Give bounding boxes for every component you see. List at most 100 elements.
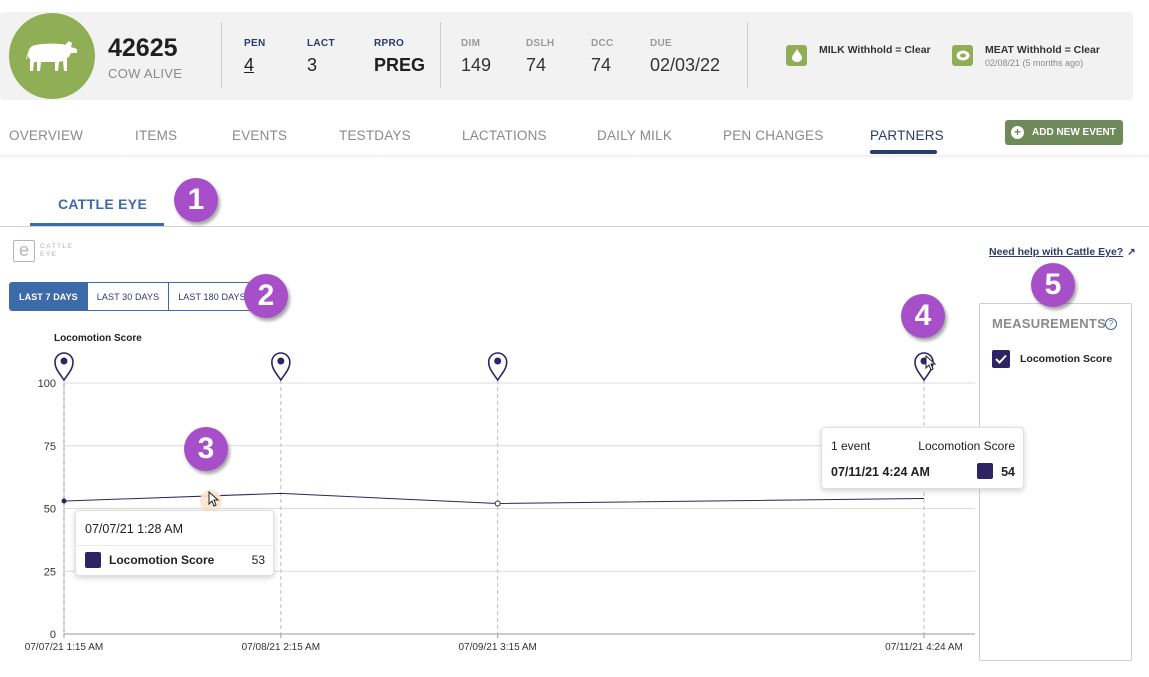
tab-testdays[interactable]: TESTDAYS: [339, 128, 411, 143]
event-pin-dot: [60, 357, 68, 365]
stat-pen: PEN 4: [244, 38, 265, 76]
stat-lact: LACT 3: [307, 38, 335, 76]
range-last-180-days-button[interactable]: LAST 180 DAYS: [168, 283, 255, 310]
callout-badge-4: 4: [901, 294, 945, 338]
x-tick-label: 07/08/21 2:15 AM: [242, 642, 320, 653]
tooltip-separator: [76, 545, 275, 546]
x-tick-label: 07/09/21 3:15 AM: [458, 642, 536, 653]
data-point: [61, 498, 67, 504]
tooltip-date: 07/11/21 4:24 AM: [831, 465, 930, 479]
meat-icon: [952, 45, 973, 66]
tooltip-series-name: Locomotion Score: [109, 553, 215, 567]
stat-label: DUE: [650, 38, 673, 49]
meat-withhold: MEAT Withhold = Clear 02/08/21 (5 months…: [952, 44, 1100, 68]
point-tooltip: 07/07/21 1:28 AM Locomotion Score 53: [75, 510, 275, 576]
active-tab-indicator: [870, 150, 937, 154]
cow-header: 42625 COW ALIVE PEN 4 LACT 3 RPRO PREG D…: [0, 12, 1133, 100]
callout-badge-3: 3: [184, 427, 228, 471]
tab-lactations[interactable]: LACTATIONS: [462, 128, 547, 143]
stat-label: RPRO: [374, 38, 405, 49]
series-swatch: [85, 552, 101, 568]
checkmark-icon: [995, 354, 1007, 364]
stat-dcc: DCC 74: [591, 38, 614, 76]
milk-drop-icon: [786, 45, 807, 66]
y-tick-label: 0: [50, 629, 56, 641]
stat-dim: DIM 149: [461, 38, 491, 76]
cattle-eye-logo-mark: e: [13, 240, 35, 262]
event-tooltip: 1 event Locomotion Score 07/11/21 4:24 A…: [821, 427, 1024, 489]
add-new-event-label: ADD NEW EVENT: [1032, 127, 1116, 138]
tooltip-series-name: Locomotion Score: [918, 439, 1015, 453]
stat-rpro: RPRO PREG: [374, 38, 425, 76]
x-tick-label: 07/07/21 1:15 AM: [25, 642, 103, 653]
stat-label: DCC: [591, 38, 614, 49]
tab-items[interactable]: ITEMS: [135, 128, 177, 143]
x-tick-label: 07/11/21 4:24 AM: [885, 642, 963, 653]
callout-badge-5: 5: [1031, 263, 1075, 307]
cattle-eye-help-link[interactable]: Need help with Cattle Eye? ↗: [989, 246, 1136, 258]
cattle-eye-logo: e CATTLE EYE: [13, 240, 78, 262]
stat-value: 149: [461, 55, 492, 75]
y-tick-label: 75: [44, 441, 56, 453]
meat-withhold-date: 02/08/21 (5 months ago): [985, 58, 1084, 68]
divider: [221, 22, 222, 88]
cow-status: COW ALIVE: [108, 66, 183, 81]
tooltip-value: 53: [251, 553, 265, 567]
tooltip-event-count: 1 event: [831, 439, 871, 453]
tooltip-value: 54: [1001, 465, 1015, 479]
plus-icon: +: [1011, 126, 1024, 139]
y-tick-label: 25: [44, 566, 56, 578]
add-new-event-button[interactable]: + ADD NEW EVENT: [1005, 120, 1123, 145]
divider: [440, 22, 441, 88]
cow-icon: [26, 41, 77, 71]
tooltip-date: 07/07/21 1:28 AM: [85, 522, 183, 536]
event-pin-icon: [54, 352, 74, 382]
event-pin-icon: [487, 352, 508, 382]
cow-avatar: [9, 13, 95, 99]
tab-overview[interactable]: OVERVIEW: [9, 128, 83, 143]
stat-value: PREG: [374, 55, 426, 75]
callout-badge-2: 2: [244, 274, 288, 318]
tab-daily-milk[interactable]: DAILY MILK: [597, 128, 672, 143]
tab-cattle-eye[interactable]: CATTLE EYE: [58, 196, 147, 212]
help-icon[interactable]: ?: [1105, 318, 1117, 330]
event-pin-icon: [271, 352, 291, 382]
locomotion-score-chart: 0 25 50 75 100 07/07/21 1:15 AM 07/08/21 2:15 …: [25, 352, 975, 653]
measurements-title: MEASUREMENTS: [992, 316, 1107, 331]
stat-value: 74: [526, 55, 547, 75]
subtab-baseline: [0, 226, 1149, 227]
tab-partners[interactable]: PARTNERS: [870, 128, 944, 143]
help-link-text: Need help with Cattle Eye?: [989, 246, 1124, 258]
milk-withhold-text: MILK Withhold = Clear: [819, 44, 931, 56]
stat-label: PEN: [244, 38, 266, 49]
callout-badge-1: 1: [174, 178, 218, 222]
milk-withhold: MILK Withhold = Clear: [786, 44, 931, 66]
data-point: [494, 500, 501, 507]
stat-value: 3: [307, 55, 318, 75]
y-tick-label: 50: [44, 504, 56, 516]
y-tick-label: 100: [38, 378, 56, 390]
range-last-30-days-button[interactable]: LAST 30 DAYS: [86, 283, 169, 310]
stat-label: DIM: [461, 38, 481, 49]
tab-events[interactable]: EVENTS: [232, 128, 287, 143]
cattle-eye-logo-text: CATTLE EYE: [40, 243, 74, 258]
stat-dslh: DSLH 74: [526, 38, 554, 76]
stat-label: DSLH: [526, 38, 555, 49]
range-last-7-days-button[interactable]: LAST 7 DAYS: [10, 283, 87, 310]
meat-withhold-text: MEAT Withhold = Clear: [985, 44, 1100, 56]
external-link-icon: ↗: [1127, 247, 1136, 258]
date-range-toggle: LAST 7 DAYS LAST 30 DAYS LAST 180 DAYS: [9, 282, 256, 311]
tab-pen-changes[interactable]: PEN CHANGES: [723, 128, 823, 143]
series-line: [64, 492, 925, 505]
stat-value: 02/03/22: [650, 55, 721, 75]
stat-due: DUE 02/03/22: [650, 38, 720, 76]
stat-value: 74: [591, 55, 612, 75]
stat-label: LACT: [307, 38, 335, 49]
pen-link[interactable]: 4: [244, 55, 265, 76]
locomotion-score-checkbox[interactable]: [992, 350, 1010, 368]
locomotion-score-checkbox-label[interactable]: Locomotion Score: [1020, 353, 1112, 365]
series-swatch: [977, 463, 993, 479]
event-pin-dot: [494, 357, 502, 365]
cow-id: 42625: [108, 34, 178, 62]
nav-shadow: [0, 155, 1149, 159]
